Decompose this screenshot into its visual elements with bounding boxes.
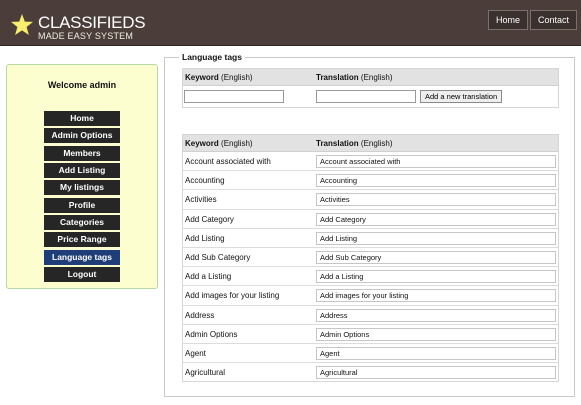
- keyword-cell: Agent: [185, 348, 206, 358]
- sidebar-item-members[interactable]: Members: [44, 145, 120, 161]
- keyword-cell: Accounting: [185, 176, 225, 186]
- table-body: Account associated with Accounting Activit…: [183, 152, 558, 381]
- sidebar-item-logout[interactable]: Logout: [44, 267, 120, 283]
- add-translation-button[interactable]: Add a new translation: [420, 90, 503, 103]
- language-tags-panel: Language tags Keyword (English) Translat…: [164, 52, 575, 397]
- translation-column-header: Translation (English): [316, 73, 393, 82]
- translation-input[interactable]: [316, 231, 556, 245]
- translation-input[interactable]: [316, 270, 556, 284]
- translation-input[interactable]: [316, 212, 556, 226]
- add-form-header: Keyword (English) Translation (English): [183, 69, 558, 86]
- page: CLASSIFIEDS MADE EASY SYSTEM Home Contac…: [0, 0, 581, 405]
- new-keyword-input[interactable]: [184, 90, 284, 103]
- nav-home-link[interactable]: Home: [487, 10, 528, 30]
- header: CLASSIFIEDS MADE EASY SYSTEM Home Contac…: [0, 0, 581, 46]
- translation-input[interactable]: [316, 366, 556, 380]
- table-row: Activities: [183, 190, 558, 210]
- star-icon: [11, 14, 33, 35]
- translation-input[interactable]: [316, 308, 556, 322]
- keyword-cell: Add Sub Category: [185, 252, 251, 262]
- table-row: Account associated with: [183, 152, 558, 172]
- keyword-column-header: Keyword (English): [185, 139, 253, 148]
- top-nav: Home Contact: [486, 10, 577, 30]
- translation-input[interactable]: [316, 193, 556, 207]
- nav-contact-link[interactable]: Contact: [529, 10, 577, 30]
- translation-input[interactable]: [316, 155, 556, 168]
- keyword-cell: Add Listing: [185, 233, 225, 243]
- keyword-cell: Agricultural: [185, 368, 226, 378]
- keyword-cell: Add images for your listing: [185, 291, 280, 301]
- keyword-cell: Account associated with: [185, 157, 271, 166]
- table-row: Agricultural: [183, 363, 558, 381]
- table-row: Add Listing: [183, 229, 558, 248]
- table-header: Keyword (English) Translation (English): [183, 135, 558, 152]
- translation-input[interactable]: [316, 250, 556, 264]
- sidebar-item-categories[interactable]: Categories: [44, 215, 120, 231]
- sidebar-item-profile[interactable]: Profile: [44, 197, 120, 213]
- keyword-column-header: Keyword (English): [185, 73, 253, 82]
- table-row: Admin Options: [183, 325, 558, 344]
- table-row: Add Category: [183, 210, 558, 229]
- sidebar-item-add-listing[interactable]: Add Listing: [44, 163, 120, 179]
- table-row: Add a Listing: [183, 267, 558, 287]
- sidebar-item-admin-options[interactable]: Admin Options: [44, 128, 120, 144]
- add-translation-form: Keyword (English) Translation (English) …: [182, 68, 559, 108]
- sidebar-item-home[interactable]: Home: [44, 111, 120, 126]
- translation-input[interactable]: [316, 174, 556, 188]
- translation-input[interactable]: [316, 346, 556, 360]
- sidebar-item-my-listings[interactable]: My listings: [44, 180, 120, 196]
- keyword-cell: Address: [185, 310, 215, 320]
- sidebar-item-price-range[interactable]: Price Range: [44, 232, 120, 248]
- keyword-cell: Admin Options: [185, 329, 238, 339]
- logo-title: CLASSIFIEDS: [38, 13, 146, 32]
- translations-table: Keyword (English) Translation (English) …: [182, 134, 559, 382]
- table-row: Agent: [183, 344, 558, 364]
- site-logo[interactable]: CLASSIFIEDS MADE EASY SYSTEM: [10, 10, 146, 41]
- translation-column-header: Translation (English): [316, 139, 393, 148]
- welcome-message: Welcome admin: [47, 80, 117, 90]
- sidebar-menu: Home Admin Options Members Add Listing M…: [44, 111, 120, 284]
- table-row: Address: [183, 306, 558, 325]
- keyword-cell: Add Category: [185, 214, 234, 224]
- keyword-cell: Add a Listing: [185, 272, 232, 282]
- panel-legend: Language tags: [179, 52, 245, 62]
- sidebar-item-language-tags[interactable]: Language tags: [44, 249, 120, 265]
- table-row: Accounting: [183, 171, 558, 191]
- new-translation-input[interactable]: [316, 90, 416, 103]
- table-row: Add images for your listing: [183, 286, 558, 306]
- logo-subtitle: MADE EASY SYSTEM: [38, 31, 134, 41]
- translation-input[interactable]: [316, 327, 556, 341]
- translation-input[interactable]: [316, 289, 556, 303]
- keyword-cell: Activities: [185, 195, 217, 205]
- sidebar: Welcome admin Home Admin Options Members…: [6, 64, 158, 289]
- table-row: Add Sub Category: [183, 248, 558, 268]
